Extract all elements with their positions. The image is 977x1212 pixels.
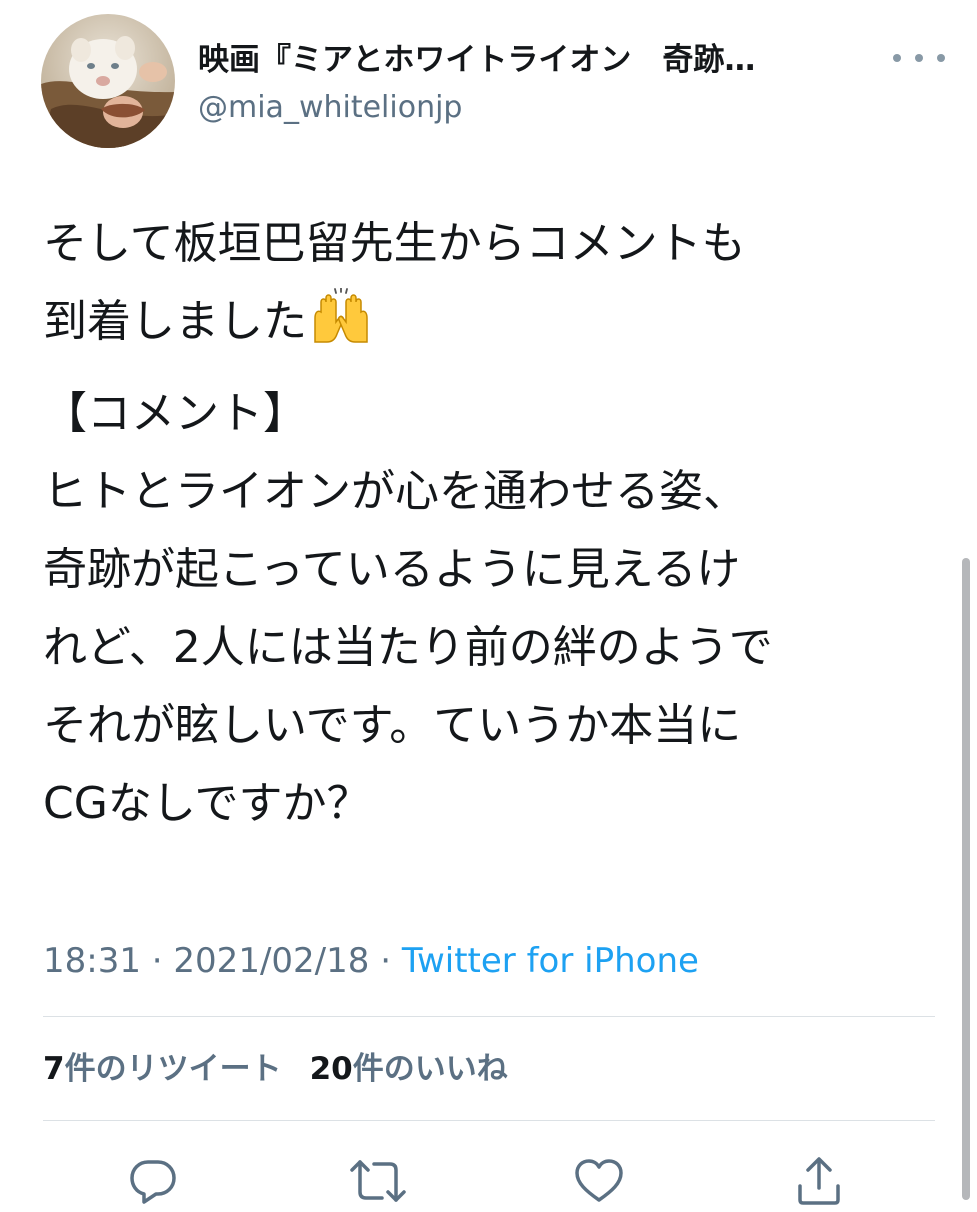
avatar[interactable] bbox=[41, 14, 175, 148]
divider bbox=[43, 1016, 935, 1017]
scrollbar[interactable] bbox=[962, 558, 970, 1200]
avatar-image bbox=[41, 14, 175, 148]
tweet-time[interactable]: 18:31 bbox=[43, 941, 141, 981]
more-options-icon[interactable] bbox=[893, 45, 945, 71]
raising-hands-icon bbox=[314, 288, 368, 343]
separator: · bbox=[140, 941, 174, 981]
tweet-metadata: 18:31 · 2021/02/18 · Twitter for iPhone bbox=[43, 936, 699, 986]
tweet-line: それが眩しいです。ていうか本当に bbox=[43, 700, 742, 751]
tweet-actions bbox=[0, 1148, 977, 1205]
more-dot bbox=[937, 54, 945, 62]
tweet-line: 到着しました bbox=[43, 296, 307, 347]
tweet-line: CGなしですか？ bbox=[43, 778, 371, 829]
display-name[interactable]: 映画『ミアとホワイトライオン 奇跡… bbox=[198, 38, 878, 82]
tweet-date[interactable]: 2021/02/18 bbox=[173, 941, 369, 981]
tweet-stats: 7件のリツイート 20件のいいね bbox=[43, 1044, 508, 1094]
separator: · bbox=[369, 941, 402, 981]
tweet-line: ヒトとライオンが心を通わせる姿、 bbox=[43, 466, 747, 517]
tweet-line: 奇跡が起こっているように見えるけ bbox=[43, 544, 741, 595]
likes-count: 20 bbox=[309, 1051, 353, 1087]
retweets-count: 7 bbox=[43, 1051, 65, 1087]
likes-label: 件のいいね bbox=[352, 1051, 508, 1087]
tweet-source-link[interactable]: Twitter for iPhone bbox=[402, 941, 699, 981]
tweet-line-with-emoji: 到着しました bbox=[43, 283, 943, 361]
retweets-stat[interactable]: 7件のリツイート bbox=[43, 1051, 282, 1087]
tweet-line: そして板垣巴留先生からコメントも bbox=[43, 218, 746, 269]
likes-stat[interactable]: 20件のいいね bbox=[310, 1051, 508, 1087]
tweet-header: 映画『ミアとホワイトライオン 奇跡… @mia_whitelionjp bbox=[0, 0, 977, 160]
tweet-text: そして板垣巴留先生からコメントも 到着しました 【コメント】 ヒトとライオンが心… bbox=[43, 205, 943, 843]
divider bbox=[43, 1120, 935, 1121]
more-dot bbox=[915, 54, 923, 62]
tweet-line: 【コメント】 bbox=[43, 388, 307, 439]
retweets-label: 件のリツイート bbox=[64, 1051, 282, 1087]
more-dot bbox=[893, 54, 901, 62]
tweet-line: れど、2人には当たり前の絆のようで bbox=[43, 622, 773, 673]
user-handle[interactable]: @mia_whitelionjp bbox=[198, 86, 462, 130]
